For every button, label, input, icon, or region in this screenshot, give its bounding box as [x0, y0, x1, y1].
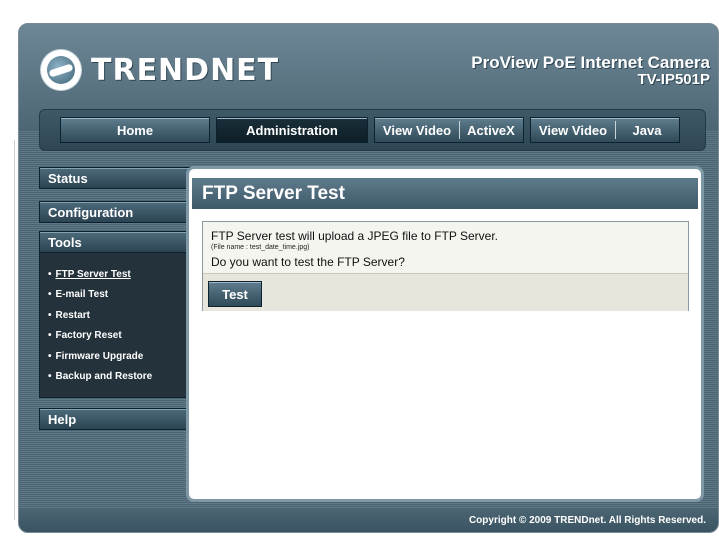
nav-view-video-label: View Video	[382, 122, 452, 138]
tools-item-restart[interactable]: • Restart	[48, 305, 152, 326]
copyright-text: Copyright © 2009 TRENDnet. All Rights Re…	[468, 515, 706, 526]
nav-view-video-activex-button[interactable]: View Video ActiveX	[374, 117, 524, 143]
main-content: FTP Server Test FTP Server test will upl…	[186, 166, 704, 502]
logo-text: TRENDNET	[91, 52, 280, 88]
product-name: ProView PoE Internet Camera	[471, 53, 710, 72]
confirm-question: Do you want to test the FTP Server?	[211, 255, 405, 269]
tools-menu: • FTP Server Test • E-mail Test • Restart •…	[48, 264, 152, 387]
page-title-bar: FTP Server Test	[192, 178, 698, 209]
sidebar-help-button[interactable]: Help	[39, 408, 191, 430]
sidebar-tools-button[interactable]: Tools	[39, 231, 191, 253]
trendnet-logo-icon	[41, 50, 81, 90]
product-info: ProView PoE Internet Camera TV-IP501P	[471, 54, 710, 88]
ftp-test-panel: FTP Server test will upload a JPEG file …	[202, 221, 689, 311]
sidebar-configuration-button[interactable]: Configuration	[39, 201, 191, 223]
tools-item-email-test[interactable]: • E-mail Test	[48, 285, 152, 306]
test-button[interactable]: Test	[208, 281, 262, 307]
tools-item-firmware-upgrade[interactable]: • Firmware Upgrade	[48, 346, 152, 367]
tools-item-ftp-server-test[interactable]: • FTP Server Test	[48, 264, 152, 285]
page-title: FTP Server Test	[202, 183, 345, 204]
nav-activex-label: ActiveX	[467, 122, 515, 138]
nav-home-button[interactable]: Home	[60, 117, 210, 143]
button-row: Test	[203, 273, 688, 311]
app-frame: TRENDNET ProView PoE Internet Camera TV-…	[18, 23, 719, 533]
trendnet-logo: TRENDNET	[41, 48, 279, 92]
nav-java-label: Java	[632, 122, 662, 138]
tools-item-backup-and-restore[interactable]: • Backup and Restore	[48, 367, 152, 388]
footer: Copyright © 2009 TRENDnet. All Rights Re…	[19, 508, 718, 532]
sidebar-tools-section: Tools • FTP Server Test • E-mail Test • Res…	[39, 231, 191, 398]
product-model: TV-IP501P	[637, 71, 710, 88]
nav-view-video-java-button[interactable]: View Video Java	[530, 117, 680, 143]
sidebar-status-button[interactable]: Status	[39, 167, 191, 189]
file-name-note: (File name : test_date_time.jpg)	[211, 244, 310, 251]
upload-message: FTP Server test will upload a JPEG file …	[211, 229, 498, 243]
nav-administration-button[interactable]: Administration	[216, 117, 368, 143]
nav-view-video-label: View Video	[538, 122, 608, 138]
tools-item-factory-reset[interactable]: • Factory Reset	[48, 326, 152, 347]
top-nav: Home Administration View Video ActiveX V…	[39, 109, 706, 151]
page-edge-line	[14, 140, 15, 520]
